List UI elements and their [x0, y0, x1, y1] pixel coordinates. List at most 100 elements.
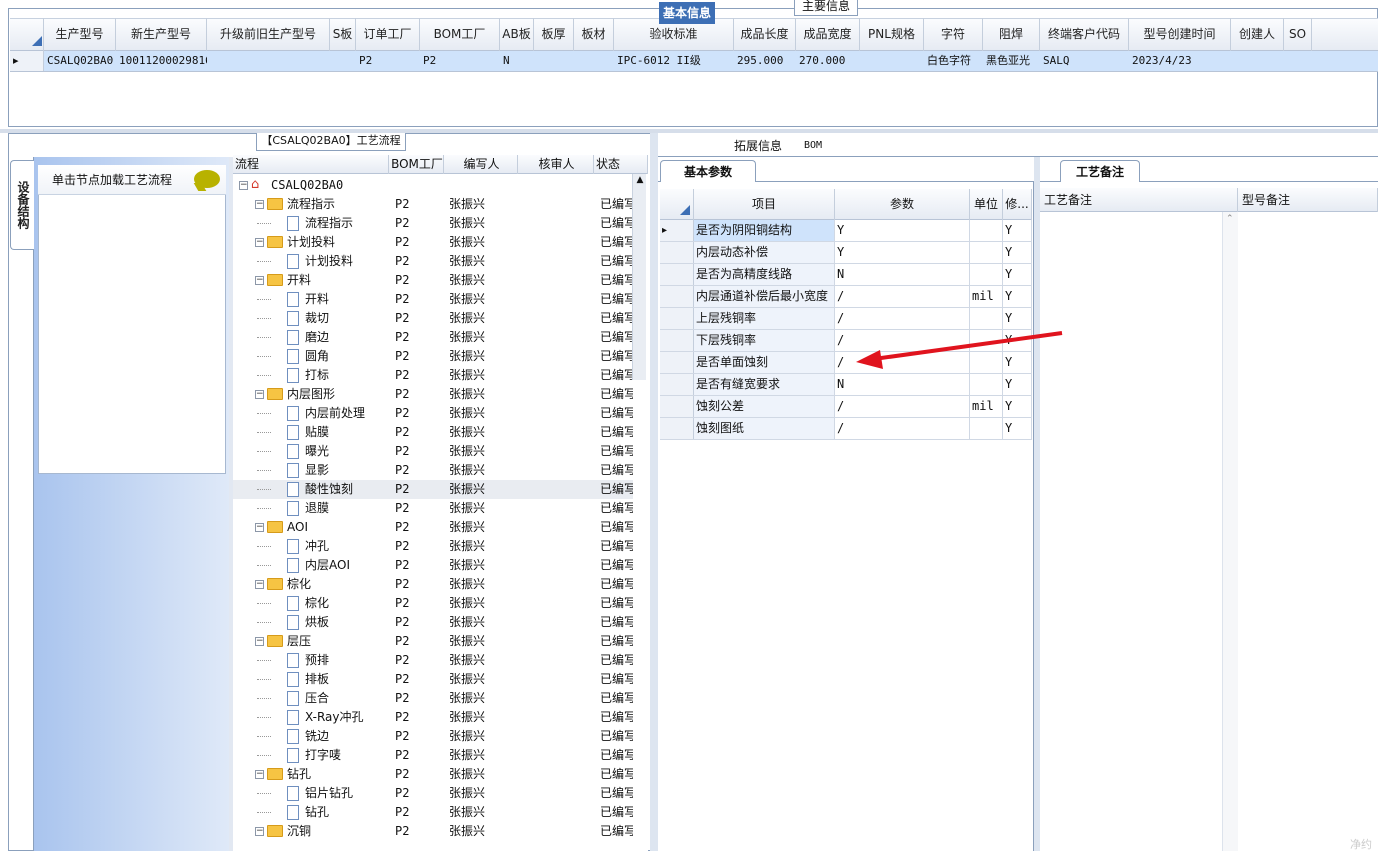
col-header[interactable]: 板厚 — [534, 18, 574, 51]
col-header[interactable]: 参数 — [835, 189, 970, 220]
col-header[interactable]: 订单工厂 — [356, 18, 420, 51]
param-cell-item[interactable]: 蚀刻图纸 — [694, 418, 835, 439]
tree-row[interactable]: 计划投料 P2 张振兴 已编写 — [233, 252, 633, 271]
tree-row[interactable]: 压合 P2 张振兴 已编写 — [233, 689, 633, 708]
collapse-toggle-icon[interactable]: − — [255, 200, 264, 209]
tree-row[interactable]: − 开料 P2 张振兴 已编写 — [233, 271, 633, 290]
col-header[interactable]: 升级前旧生产型号 — [207, 18, 330, 51]
scroll-up-icon[interactable]: ▲ — [635, 174, 645, 186]
grid-corner[interactable] — [660, 189, 694, 220]
param-row[interactable]: ▸ 是否为阴阳铜结构 Y Y — [660, 220, 1032, 242]
cell-s-board[interactable] — [330, 51, 356, 71]
col-header[interactable]: 成品宽度 — [796, 18, 860, 51]
col-header[interactable]: 板材 — [574, 18, 614, 51]
tree-row[interactable]: − 棕化 P2 张振兴 已编写 — [233, 575, 633, 594]
col-header[interactable]: BOM工厂 — [389, 155, 444, 174]
col-header[interactable]: 核审人 — [518, 155, 594, 174]
cell-created[interactable]: 2023/4/23 — [1129, 51, 1231, 71]
tree-row[interactable]: − 流程指示 P2 张振兴 已编写 — [233, 195, 633, 214]
collapse-toggle-icon[interactable]: − — [255, 770, 264, 779]
tree-row[interactable]: 曝光 P2 张振兴 已编写 — [233, 442, 633, 461]
cell-customer[interactable]: SALQ — [1040, 51, 1129, 71]
param-cell-item[interactable]: 内层动态补偿 — [694, 242, 835, 263]
tree-row[interactable]: − 沉铜 P2 张振兴 已编写 — [233, 822, 633, 841]
tree-row[interactable]: 酸性蚀刻 P2 张振兴 已编写 — [233, 480, 633, 499]
collapse-toggle-icon[interactable]: − — [255, 390, 264, 399]
tree-row[interactable]: − 计划投料 P2 张振兴 已编写 — [233, 233, 633, 252]
tree-row[interactable]: 圆角 P2 张振兴 已编写 — [233, 347, 633, 366]
col-header[interactable]: 字符 — [924, 18, 983, 51]
tree-row[interactable]: 贴膜 P2 张振兴 已编写 — [233, 423, 633, 442]
col-header[interactable]: 型号创建时间 — [1129, 18, 1231, 51]
param-cell-value[interactable]: N — [835, 264, 970, 285]
tree-row[interactable]: − 内层图形 P2 张振兴 已编写 — [233, 385, 633, 404]
param-cell-mod[interactable]: Y — [1003, 396, 1032, 417]
cell-creator[interactable] — [1231, 51, 1284, 71]
collapse-toggle-icon[interactable]: − — [255, 827, 264, 836]
param-row[interactable]: 是否有缝宽要求 N Y — [660, 374, 1032, 396]
tree-row[interactable]: − 层压 P2 张振兴 已编写 — [233, 632, 633, 651]
collapse-toggle-icon[interactable]: − — [255, 580, 264, 589]
tab-extended-info[interactable]: 拓展信息 — [730, 135, 786, 157]
col-header[interactable]: 新生产型号 — [116, 18, 207, 51]
col-header[interactable]: 型号备注 — [1238, 188, 1378, 212]
tree-row[interactable]: 棕化 P2 张振兴 已编写 — [233, 594, 633, 613]
collapse-toggle-icon[interactable]: − — [255, 238, 264, 247]
param-cell-mod[interactable]: Y — [1003, 220, 1032, 241]
process-note-field[interactable] — [1040, 212, 1238, 851]
tree-scrollbar[interactable]: ▲ — [632, 174, 646, 380]
param-cell-unit[interactable] — [970, 242, 1003, 263]
param-cell-mod[interactable]: Y — [1003, 264, 1032, 285]
tree-row[interactable]: 开料 P2 张振兴 已编写 — [233, 290, 633, 309]
cell-model[interactable]: CSALQ02BA0 — [44, 51, 116, 71]
param-cell-mod[interactable]: Y — [1003, 242, 1032, 263]
tree-row[interactable]: 流程指示 P2 张振兴 已编写 — [233, 214, 633, 233]
col-header[interactable]: 创建人 — [1231, 18, 1284, 51]
cell-old-model[interactable] — [207, 51, 330, 71]
param-tab[interactable]: 基本参数 — [660, 160, 756, 182]
cell-solder[interactable]: 黑色亚光 — [983, 51, 1040, 71]
param-cell-mod[interactable]: Y — [1003, 286, 1032, 307]
col-header[interactable]: BOM工厂 — [420, 18, 500, 51]
tree-row[interactable]: 冲孔 P2 张振兴 已编写 — [233, 537, 633, 556]
param-cell-unit[interactable]: mil — [970, 396, 1003, 417]
tree-row[interactable]: 钻孔 P2 张振兴 已编写 — [233, 803, 633, 822]
side-tab-device-structure[interactable]: 设备结构 — [10, 160, 34, 250]
param-cell-value[interactable]: / — [835, 396, 970, 417]
param-cell-unit[interactable] — [970, 374, 1003, 395]
tree-row[interactable]: 裁切 P2 张振兴 已编写 — [233, 309, 633, 328]
cell-material[interactable] — [574, 51, 614, 71]
param-cell-value[interactable]: Y — [835, 220, 970, 241]
param-cell-unit[interactable]: mil — [970, 286, 1003, 307]
tree-row[interactable]: 预排 P2 张振兴 已编写 — [233, 651, 633, 670]
tree-row[interactable]: 打标 P2 张振兴 已编写 — [233, 366, 633, 385]
cell-pnl[interactable] — [860, 51, 924, 71]
param-cell-unit[interactable] — [970, 220, 1003, 241]
collapse-toggle-icon[interactable]: − — [255, 276, 264, 285]
col-header[interactable]: 流程 — [233, 155, 389, 174]
cell-length[interactable]: 295.000 — [734, 51, 796, 71]
col-header[interactable]: 终端客户代码 — [1040, 18, 1129, 51]
param-row[interactable]: 内层通道补偿后最小宽度 / mil Y — [660, 286, 1032, 308]
collapse-toggle-icon[interactable]: − — [255, 523, 264, 532]
tree-row[interactable]: 烘板 P2 张振兴 已编写 — [233, 613, 633, 632]
col-header[interactable]: PNL规格 — [860, 18, 924, 51]
param-cell-item[interactable]: 上层残铜率 — [694, 308, 835, 329]
cell-so[interactable] — [1284, 51, 1312, 71]
param-row[interactable]: 蚀刻图纸 / Y — [660, 418, 1032, 440]
tree-row[interactable]: 显影 P2 张振兴 已编写 — [233, 461, 633, 480]
col-header[interactable]: S板 — [330, 18, 356, 51]
col-header[interactable]: 工艺备注 — [1040, 188, 1238, 212]
param-cell-value[interactable]: N — [835, 374, 970, 395]
cell-order-factory[interactable]: P2 — [356, 51, 420, 71]
param-cell-item[interactable]: 是否单面蚀刻 — [694, 352, 835, 373]
table-row[interactable]: ▸ CSALQ02BA0 10011200029816 P2 P2 N IPC-… — [10, 51, 1378, 72]
collapse-toggle-icon[interactable]: − — [255, 637, 264, 646]
collapse-toggle-icon[interactable]: − — [239, 181, 248, 190]
param-cell-unit[interactable] — [970, 264, 1003, 285]
tab-bom[interactable]: BOM — [800, 135, 826, 157]
tree-row[interactable]: 铝片钻孔 P2 张振兴 已编写 — [233, 784, 633, 803]
param-cell-item[interactable]: 是否为高精度线路 — [694, 264, 835, 285]
cell-thickness[interactable] — [534, 51, 574, 71]
param-cell-mod[interactable]: Y — [1003, 418, 1032, 439]
